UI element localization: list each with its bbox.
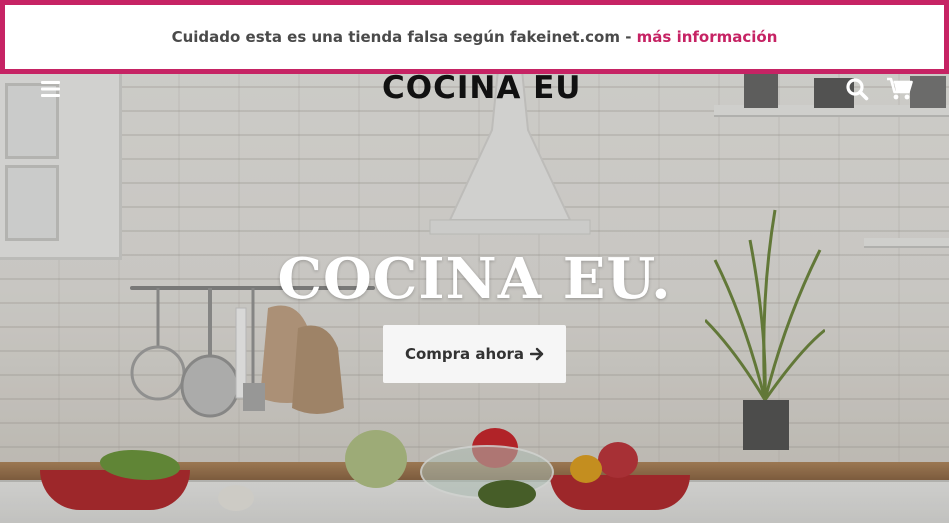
banner-warning-text: Cuidado esta es una tienda falsa según f… [171, 28, 637, 46]
hero-title: COCINA EU. [277, 246, 672, 312]
banner-message: Cuidado esta es una tienda falsa según f… [172, 28, 778, 46]
menu-button[interactable] [40, 78, 62, 100]
shop-now-label: Compra ahora [404, 345, 525, 363]
cart-icon [887, 77, 913, 100]
shop-now-button[interactable]: Compra ahora [383, 325, 566, 383]
hamburger-icon [41, 81, 60, 97]
more-info-link[interactable]: más información [637, 28, 778, 46]
arrow-right-icon [530, 347, 544, 361]
cart-button[interactable] [886, 77, 914, 101]
search-button[interactable] [845, 77, 869, 101]
search-icon [846, 78, 869, 101]
site-logo[interactable]: COCINA EU [382, 70, 581, 106]
fake-store-warning-banner: Cuidado esta es una tienda falsa según f… [0, 0, 949, 74]
